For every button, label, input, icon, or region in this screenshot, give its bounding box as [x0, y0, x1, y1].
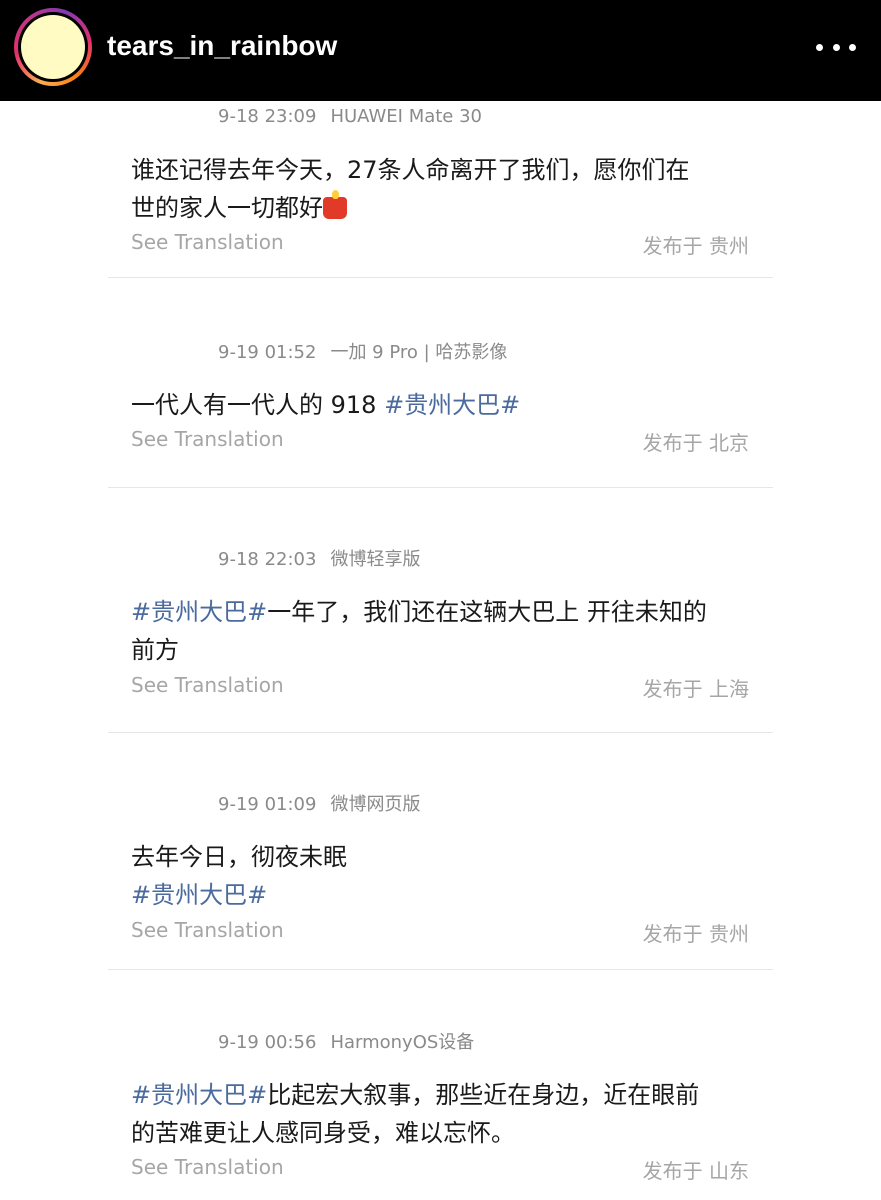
post-text-line: 去年今日，彻夜未眠 — [131, 843, 347, 871]
divider — [108, 732, 773, 733]
post-meta: 9-19 00:56 HarmonyOS设备 — [218, 1031, 474, 1055]
post-location: 发布于 山东 — [642, 1159, 749, 1183]
hashtag-link[interactable]: #贵州大巴# — [131, 598, 267, 626]
see-translation-link[interactable]: See Translation — [131, 427, 284, 451]
post-text: 谁还记得去年今天，27条人命离开了我们，愿你们在 世的家人一切都好 — [131, 151, 761, 227]
story-ring[interactable] — [14, 8, 92, 86]
post-device: 一加 9 Pro | 哈苏影像 — [330, 342, 508, 363]
post-text: 一代人有一代人的 918 #贵州大巴# — [131, 386, 761, 424]
see-translation-link[interactable]: See Translation — [131, 918, 284, 942]
post-text: #贵州大巴#一年了，我们还在这辆大巴上 开往未知的 前方 — [131, 593, 761, 669]
post-location: 发布于 北京 — [642, 431, 749, 455]
post-header: tears_in_rainbow — [0, 0, 881, 101]
post-text-line: 比起宏大叙事，那些近在身边，近在眼前 — [267, 1081, 700, 1109]
list-item: 9-18 22:03 微博轻享版 #贵州大巴#一年了，我们还在这辆大巴上 开往未知… — [108, 489, 773, 734]
see-translation-link[interactable]: See Translation — [131, 673, 284, 697]
post-meta: 9-19 01:52 一加 9 Pro | 哈苏影像 — [218, 341, 507, 365]
post-meta: 9-18 23:09 HUAWEI Mate 30 — [218, 105, 482, 129]
post-device: HarmonyOS设备 — [330, 1032, 475, 1053]
post-text-line: 前方 — [131, 636, 179, 664]
post-text-line: 一代人有一代人的 918 — [131, 391, 385, 419]
see-translation-link[interactable]: See Translation — [131, 230, 284, 254]
post-time: 9-18 23:09 — [218, 106, 317, 127]
divider — [108, 969, 773, 970]
post-device: 微博网页版 — [330, 794, 421, 815]
post-time: 9-19 01:52 — [218, 342, 317, 363]
post-meta: 9-19 01:09 微博网页版 — [218, 793, 420, 817]
candle-icon — [323, 190, 347, 219]
post-time: 9-18 22:03 — [218, 549, 317, 570]
more-options-icon[interactable] — [812, 32, 860, 62]
divider — [108, 277, 773, 278]
post-location: 发布于 贵州 — [642, 234, 749, 258]
post-meta: 9-18 22:03 微博轻享版 — [218, 548, 420, 572]
post-text: #贵州大巴#比起宏大叙事，那些近在身边，近在眼前 的苦难更让人感同身受，难以忘怀… — [131, 1076, 761, 1152]
hashtag-link[interactable]: #贵州大巴# — [384, 391, 520, 419]
list-item: 9-19 00:56 HarmonyOS设备 #贵州大巴#比起宏大叙事，那些近在身… — [108, 971, 773, 1200]
post-device: HUAWEI Mate 30 — [330, 106, 483, 127]
post-time: 9-19 01:09 — [218, 794, 317, 815]
post-text-line: 一年了，我们还在这辆大巴上 开往未知的 — [267, 598, 707, 626]
hashtag-link[interactable]: #贵州大巴# — [131, 881, 267, 909]
divider — [108, 487, 773, 488]
hashtag-link[interactable]: #贵州大巴# — [131, 1081, 267, 1109]
post-time: 9-19 00:56 — [218, 1032, 317, 1053]
post-location: 发布于 上海 — [642, 677, 749, 701]
list-item: 9-19 01:52 一加 9 Pro | 哈苏影像 一代人有一代人的 918 #… — [108, 279, 773, 489]
post-location: 发布于 贵州 — [642, 922, 749, 946]
list-item: 9-18 23:09 HUAWEI Mate 30 谁还记得去年今天，27条人命离… — [108, 101, 773, 279]
post-device: 微博轻享版 — [330, 549, 421, 570]
comment-list: 9-18 23:09 HUAWEI Mate 30 谁还记得去年今天，27条人命离… — [0, 101, 881, 1200]
list-item: 9-19 01:09 微博网页版 去年今日，彻夜未眠 #贵州大巴# See Tra… — [108, 734, 773, 971]
username[interactable]: tears_in_rainbow — [107, 26, 337, 66]
post-text-line: 的苦难更让人感同身受，难以忘怀。 — [131, 1119, 515, 1147]
post-text-line: 世的家人一切都好 — [131, 194, 323, 222]
see-translation-link[interactable]: See Translation — [131, 1155, 284, 1179]
avatar[interactable] — [21, 15, 85, 79]
post-text-line: 谁还记得去年今天，27条人命离开了我们，愿你们在 — [131, 156, 690, 184]
post-text: 去年今日，彻夜未眠 #贵州大巴# — [131, 838, 761, 914]
